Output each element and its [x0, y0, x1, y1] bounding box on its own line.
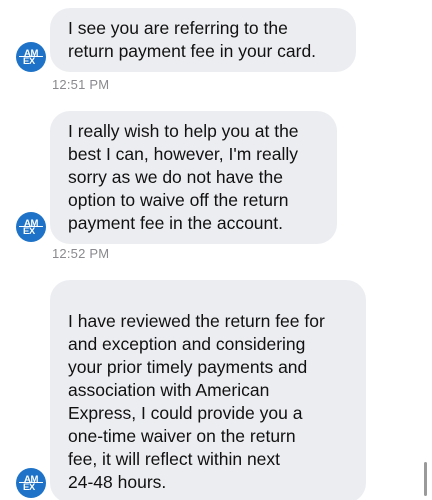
message-line: option to waive off the return	[68, 190, 289, 210]
message-line: association with American	[68, 380, 270, 400]
scrollbar[interactable]	[424, 462, 427, 496]
message-line: your prior timely payments and	[68, 357, 308, 377]
message-timestamp: 12:51 PM	[52, 77, 110, 92]
amex-avatar-icon: AM EX	[16, 42, 46, 72]
message-bubble: I have reviewed the return fee for and e…	[50, 280, 366, 500]
message-line: 24-48 hours.	[68, 472, 167, 492]
message-bubble: I really wish to help you at the best I …	[50, 111, 337, 244]
amex-avatar-icon: AM EX	[16, 468, 46, 498]
message-line: fee, it will reflect within next	[68, 449, 281, 469]
message-bubble: I see you are referring to the return pa…	[50, 8, 356, 72]
amex-avatar-icon: AM EX	[16, 212, 46, 242]
message-line: payment fee in the account.	[68, 213, 283, 233]
message-timestamp: 12:52 PM	[52, 246, 110, 261]
message-line: best I can, however, I'm really	[68, 144, 298, 164]
message-line: return payment fee in your card.	[68, 41, 317, 61]
message-line: sorry as we do not have the	[68, 167, 283, 187]
message-line: and exception and considering	[68, 334, 306, 354]
chat-thread: I see you are referring to the return pa…	[0, 0, 432, 500]
message-line: Express, I could provide you a	[68, 403, 303, 423]
message-line: I have reviewed the return fee for	[68, 311, 325, 331]
message-line: I really wish to help you at the	[68, 121, 299, 141]
message-line: one-time waiver on the return	[68, 426, 296, 446]
message-line: I see you are referring to the	[68, 18, 288, 38]
